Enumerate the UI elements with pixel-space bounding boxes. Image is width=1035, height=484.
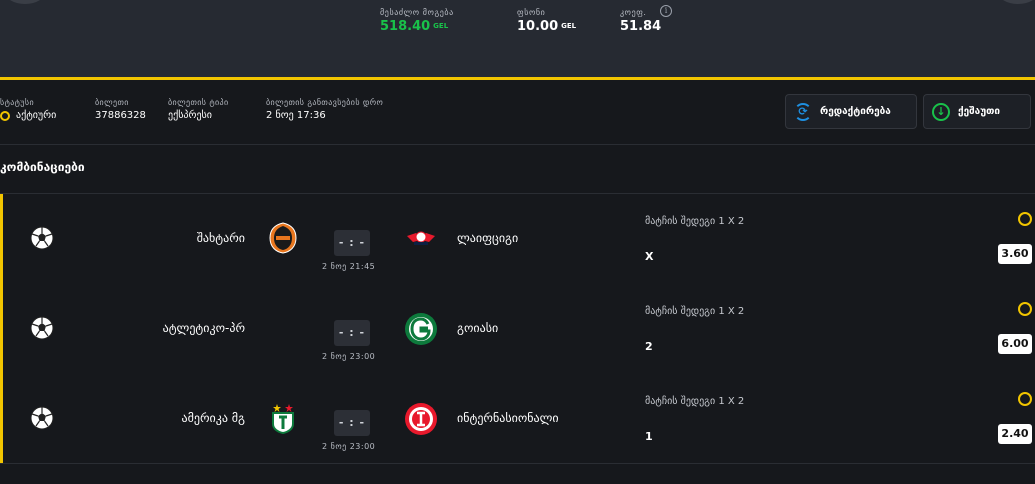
ticket-id-value: 37886328 xyxy=(95,110,146,121)
score-box: - : - xyxy=(334,410,370,436)
america-mg-logo-icon xyxy=(272,404,294,434)
ticket-id: ბილეთი 37886328 xyxy=(95,98,146,121)
football-icon xyxy=(30,316,54,340)
download-icon: ↓ xyxy=(932,102,950,121)
odd-badge: 6.00 xyxy=(998,334,1032,354)
pending-status-icon xyxy=(1018,302,1032,316)
selection-pick: 1 xyxy=(645,430,653,443)
stake-label: ფსონი xyxy=(517,8,546,17)
football-icon xyxy=(30,406,54,430)
edit-button[interactable]: ⟳ რედაქტირება xyxy=(785,94,917,129)
status-value: აქტიური xyxy=(0,110,56,121)
selection-accent xyxy=(0,284,3,374)
leipzig-logo-icon xyxy=(407,231,435,245)
pending-status-icon xyxy=(1018,212,1032,226)
market-name: მატჩის შედეგი 1 X 2 xyxy=(645,396,745,407)
match-datetime: 2 ნოე 23:00 xyxy=(322,352,376,361)
odd-badge: 3.60 xyxy=(998,244,1032,264)
home-team: შახტარი xyxy=(196,231,245,245)
score-box: - : - xyxy=(334,320,370,346)
away-team: გოიასი xyxy=(457,321,499,335)
total-odds-label: კოეფ. xyxy=(620,8,647,17)
total-odds-value: 51.84 xyxy=(620,19,662,34)
home-team: ამერიკა მგ xyxy=(181,411,246,425)
ticket-type: ბილეთის ტიპი ექსპრესი xyxy=(168,98,229,121)
summary-header: მესაძლო მოგება 518.40 GEL ფსონი 10.00 GEL … xyxy=(0,0,1035,80)
info-icon[interactable]: i xyxy=(660,5,672,17)
header-divider xyxy=(0,77,1035,80)
section-title: კომბინაციები xyxy=(0,160,85,174)
total-odds: კოეფ. 51.84 xyxy=(620,8,661,34)
potential-win: მესაძლო მოგება 518.40 GEL xyxy=(380,8,454,34)
divider xyxy=(0,144,1035,145)
ticket-type-label: ბილეთის ტიპი xyxy=(168,98,229,107)
score-box: - : - xyxy=(334,230,370,256)
selection-accent xyxy=(0,194,3,284)
ticket-time-value: 2 ნოე 17:36 xyxy=(266,110,326,121)
away-team: ლაიფციგი xyxy=(457,231,519,245)
divider xyxy=(0,463,1035,464)
stake: ფსონი 10.00 GEL xyxy=(517,8,576,34)
status-circle-icon xyxy=(0,110,10,121)
match-datetime: 2 ნოე 21:45 xyxy=(322,262,376,271)
status-label: სტატუსი xyxy=(0,98,35,107)
pending-status-icon xyxy=(1018,392,1032,406)
market-name: მატჩის შედეგი 1 X 2 xyxy=(645,306,745,317)
away-team: ინტერნასიონალი xyxy=(457,411,559,425)
refresh-icon: ⟳ xyxy=(794,102,812,121)
ticket-time-label: ბილეთის განთავსების დრო xyxy=(266,98,384,107)
selection-pick: 2 xyxy=(645,340,653,353)
collapse-handle[interactable] xyxy=(5,0,45,4)
home-team: ატლეტიკო-პრ xyxy=(162,321,245,335)
odd-badge: 2.40 xyxy=(998,424,1032,444)
selection-pick: X xyxy=(645,250,654,263)
cashout-button[interactable]: ↓ ქეშაუთი xyxy=(923,94,1031,129)
match-datetime: 2 ნოე 23:00 xyxy=(322,442,376,451)
internacional-logo-icon xyxy=(405,403,437,435)
ticket-id-label: ბილეთი xyxy=(95,98,129,107)
match-row[interactable]: ამერიკა მგ - : - 2 ნოე 23:00 ინტერნასიონ… xyxy=(0,374,1035,464)
potential-win-value: 518.40 GEL xyxy=(380,19,449,34)
match-row[interactable]: ატლეტიკო-პრ - : - 2 ნოე 23:00 გოიასი მატ… xyxy=(0,284,1035,374)
ticket-type-value: ექსპრესი xyxy=(168,110,212,121)
goias-logo-icon xyxy=(405,313,437,345)
edit-button-label: რედაქტირება xyxy=(820,106,891,117)
match-row[interactable]: შახტარი - : - 2 ნოე 21:45 ლაიფციგი მატჩი… xyxy=(0,194,1035,284)
cashout-button-label: ქეშაუთი xyxy=(958,106,1001,117)
ticket-time: ბილეთის განთავსების დრო 2 ნოე 17:36 xyxy=(266,98,383,121)
football-icon xyxy=(30,226,54,250)
potential-win-label: მესაძლო მოგება xyxy=(380,8,454,17)
ticket-status: სტატუსი აქტიური xyxy=(0,98,56,121)
selection-accent xyxy=(0,374,3,464)
market-name: მატჩის შედეგი 1 X 2 xyxy=(645,216,745,227)
stake-value: 10.00 GEL xyxy=(517,19,577,34)
shakhtar-logo-icon xyxy=(269,222,297,254)
collapse-handle-right[interactable] xyxy=(998,0,1035,4)
